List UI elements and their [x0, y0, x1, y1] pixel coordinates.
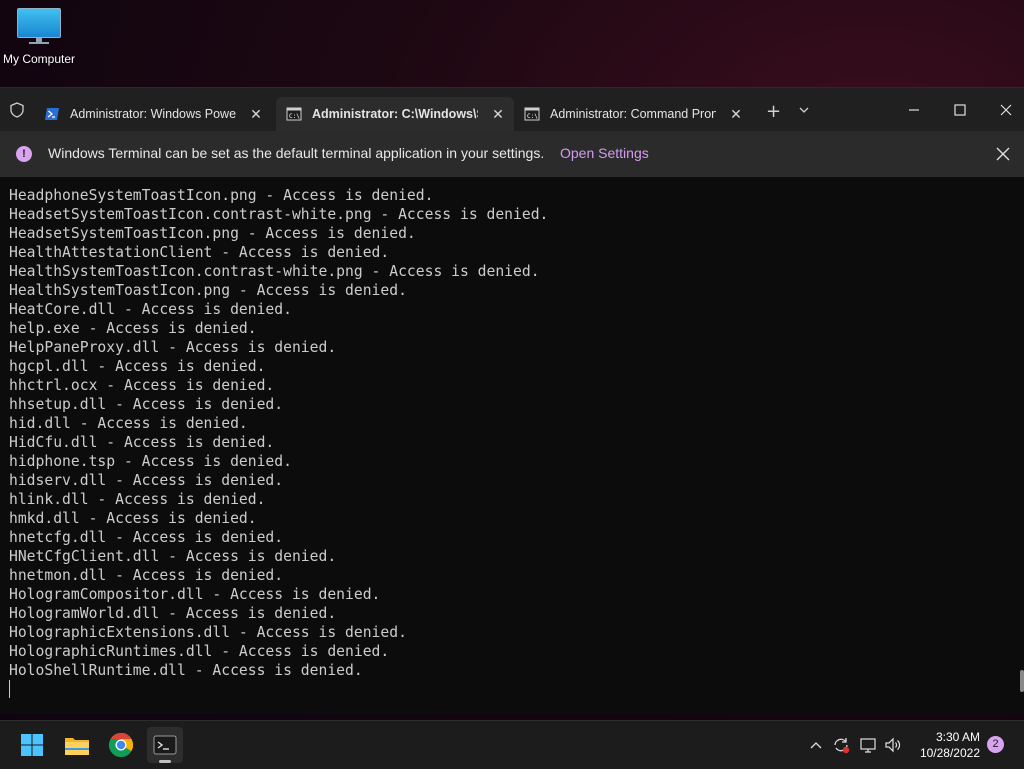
output-line: HeadsetSystemToastIcon.png - Access is d… — [9, 225, 416, 242]
network-icon[interactable] — [858, 735, 878, 755]
clock-date: 10/28/2022 — [919, 746, 980, 760]
svg-text:C:\: C:\ — [289, 113, 300, 120]
close-window-button[interactable] — [996, 100, 1016, 120]
output-line: hnetmon.dll - Access is denied. — [9, 567, 284, 584]
volume-icon[interactable] — [883, 735, 903, 755]
output-line: HealthAttestationClient - Access is deni… — [9, 244, 390, 261]
close-tab-icon[interactable]: ✕ — [248, 106, 264, 122]
clock-time: 3:30 AM — [935, 730, 980, 744]
desktop-icon-label: My Computer — [2, 52, 76, 66]
powershell-icon — [45, 108, 59, 120]
minimize-button[interactable] — [904, 100, 924, 120]
output-line: HologramCompositor.dll - Access is denie… — [9, 586, 381, 603]
info-bar: ! Windows Terminal can be set as the def… — [0, 131, 1024, 177]
chevron-down-icon[interactable] — [798, 105, 810, 115]
notification-badge[interactable]: 2 — [987, 736, 1004, 753]
output-line: hhctrl.ocx - Access is denied. — [9, 377, 275, 394]
cursor — [9, 680, 10, 698]
tab-bar: Administrator: Windows Powe ✕ C:\ Admini… — [0, 88, 1024, 131]
clock[interactable]: 3:30 AM 10/28/2022 — [910, 729, 980, 761]
terminal-icon — [153, 735, 177, 755]
output-line: hgcpl.dll - Access is denied. — [9, 358, 266, 375]
output-line: HologramWorld.dll - Access is denied. — [9, 605, 337, 622]
sync-icon[interactable] — [831, 735, 851, 755]
tab-cmd-active[interactable]: C:\ Administrator: C:\Windows\S ✕ — [276, 97, 514, 131]
output-line: HeatCore.dll - Access is denied. — [9, 301, 292, 318]
terminal-output[interactable]: HeadphoneSystemToastIcon.png - Access is… — [9, 186, 548, 680]
cmd-icon: C:\ — [524, 107, 540, 121]
scrollbar-thumb[interactable] — [1020, 670, 1024, 692]
output-line: hhsetup.dll - Access is denied. — [9, 396, 284, 413]
output-line: HoloShellRuntime.dll - Access is denied. — [9, 662, 363, 679]
output-line: HidCfu.dll - Access is denied. — [9, 434, 275, 451]
cmd-icon: C:\ — [286, 107, 302, 121]
close-icon[interactable] — [995, 146, 1011, 162]
tab-label: Administrator: Windows Powe — [70, 107, 236, 121]
maximize-button[interactable] — [950, 100, 970, 120]
output-line: help.exe - Access is denied. — [9, 320, 257, 337]
taskbar: 3:30 AM 10/28/2022 2 — [0, 720, 1024, 769]
output-line: HolographicRuntimes.dll - Access is deni… — [9, 643, 390, 660]
start-button[interactable] — [14, 727, 50, 763]
start-icon — [21, 734, 43, 756]
output-line: hidphone.tsp - Access is denied. — [9, 453, 292, 470]
taskbar-chrome[interactable] — [103, 727, 139, 763]
close-tab-icon[interactable]: ✕ — [728, 106, 744, 122]
shield-icon — [10, 102, 24, 118]
output-line: HolographicExtensions.dll - Access is de… — [9, 624, 407, 641]
chrome-icon — [108, 733, 134, 758]
open-settings-link[interactable]: Open Settings — [560, 145, 649, 161]
taskbar-terminal[interactable] — [147, 727, 183, 763]
terminal-window: Administrator: Windows Powe ✕ C:\ Admini… — [0, 87, 1024, 714]
chevron-up-icon[interactable] — [806, 735, 826, 755]
tab-powershell[interactable]: Administrator: Windows Powe ✕ — [34, 97, 270, 131]
output-line: hid.dll - Access is denied. — [9, 415, 248, 432]
desktop-icon-my-computer[interactable]: My Computer — [0, 8, 78, 66]
info-icon: ! — [16, 146, 32, 162]
tab-label: Administrator: C:\Windows\S — [312, 107, 478, 121]
close-tab-icon[interactable]: ✕ — [490, 106, 506, 122]
taskbar-file-explorer[interactable] — [59, 727, 95, 763]
tab-label: Administrator: Command Pron — [550, 107, 716, 121]
output-line: hlink.dll - Access is denied. — [9, 491, 266, 508]
output-line: HeadphoneSystemToastIcon.png - Access is… — [9, 187, 434, 204]
new-tab-button[interactable]: + — [766, 103, 781, 121]
output-line: HelpPaneProxy.dll - Access is denied. — [9, 339, 337, 356]
output-line: hmkd.dll - Access is denied. — [9, 510, 257, 527]
info-message: Windows Terminal can be set as the defau… — [48, 145, 545, 161]
active-indicator — [159, 760, 171, 763]
output-line: HealthSystemToastIcon.contrast-white.png… — [9, 263, 540, 280]
svg-text:C:\: C:\ — [527, 113, 538, 120]
output-line: HealthSystemToastIcon.png - Access is de… — [9, 282, 407, 299]
output-line: hnetcfg.dll - Access is denied. — [9, 529, 284, 546]
tab-command-prompt[interactable]: C:\ Administrator: Command Pron ✕ — [514, 97, 750, 131]
output-line: hidserv.dll - Access is denied. — [9, 472, 284, 489]
output-line: HNetCfgClient.dll - Access is denied. — [9, 548, 337, 565]
file-explorer-icon — [65, 738, 89, 755]
monitor-icon — [17, 8, 61, 44]
output-line: HeadsetSystemToastIcon.contrast-white.pn… — [9, 206, 549, 223]
